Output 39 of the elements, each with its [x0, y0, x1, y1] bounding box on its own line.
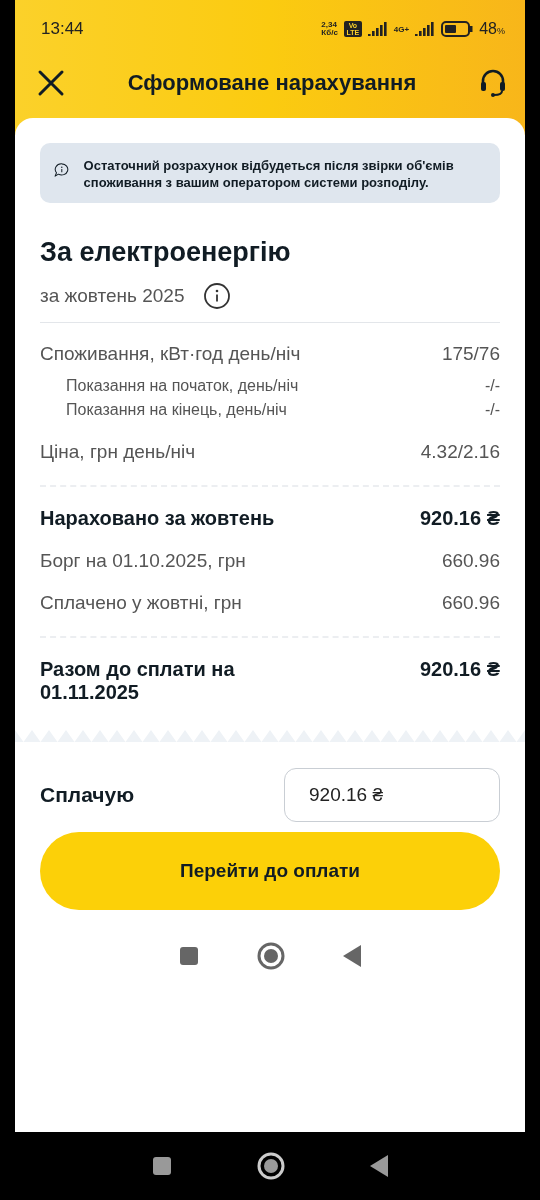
row-label: Сплачено у жовтні, грн	[40, 592, 242, 614]
row-value: 920.16 ₴	[419, 658, 500, 681]
home-icon[interactable]	[257, 942, 285, 970]
signal-icon	[367, 22, 388, 36]
network-type: 4G+	[393, 24, 410, 34]
recents-icon[interactable]	[152, 1156, 173, 1176]
row-value: 4.32/2.16	[420, 441, 500, 463]
row-value: 175/76	[441, 343, 500, 365]
speed-unit: Кб/с	[321, 29, 338, 37]
network-speed: 2,34	[321, 21, 337, 29]
row-value: -/-	[484, 401, 500, 419]
row-label: Споживання, кВт·год день/ніч	[40, 343, 301, 365]
billing-period: за жовтень 2025	[40, 285, 185, 307]
row-value: 920.16 ₴	[419, 507, 500, 530]
battery-percent: 48%	[479, 20, 505, 38]
status-time: 13:44	[41, 19, 85, 39]
row-label: Нараховано за жовтень	[40, 507, 275, 530]
notice-text: Остаточний розрахунок відбудеться після звірки об'ємів споживання з вашим оператором системи розподілу.	[83, 157, 455, 191]
close-icon[interactable]	[37, 69, 65, 97]
row-label: Разом до сплати на 01.11.2025	[40, 658, 236, 704]
row-label: Показання на кінець, день/ніч	[66, 401, 287, 419]
row-value: -/-	[484, 377, 500, 395]
section-title: За електроенергію	[40, 237, 292, 268]
row-label: Борг на 01.10.2025, грн	[40, 550, 246, 572]
amount-field[interactable]: 920.16 ₴	[284, 768, 500, 822]
row-value: 660.96	[441, 592, 500, 614]
back-icon[interactable]	[369, 1155, 388, 1177]
back-icon[interactable]	[343, 945, 361, 967]
info-icon[interactable]	[202, 282, 231, 310]
battery-icon	[441, 21, 474, 37]
signal-icon	[415, 22, 436, 36]
recents-icon[interactable]	[179, 946, 199, 966]
row-label: Показання на початок, день/ніч	[66, 377, 299, 395]
row-value: 660.96	[441, 550, 500, 572]
row-label: Ціна, грн день/ніч	[40, 441, 196, 463]
screen-title: Сформоване нарахування	[126, 70, 418, 96]
payment-label: Сплачую	[40, 783, 135, 807]
headset-icon[interactable]	[479, 68, 507, 98]
pay-button[interactable]: Перейти до оплати	[40, 832, 500, 910]
